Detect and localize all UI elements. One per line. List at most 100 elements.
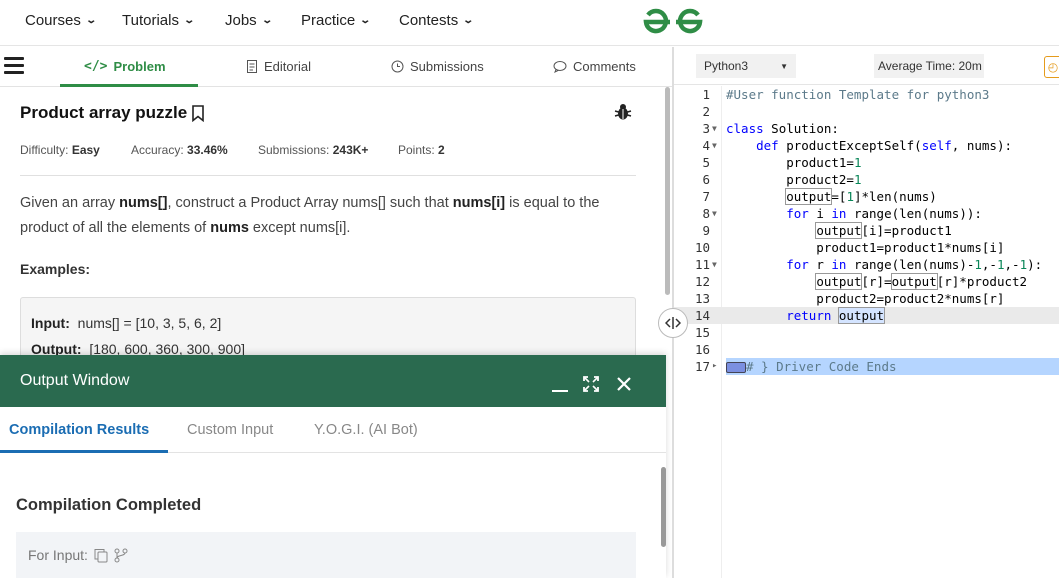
- code-line[interactable]: 2: [674, 103, 1059, 120]
- line-number: 7: [702, 189, 710, 204]
- code-text: product1=product1*nums[i]: [726, 240, 1005, 255]
- for-input-row: For Input:: [16, 532, 636, 578]
- tab-editorial-label: Editorial: [264, 59, 311, 74]
- problem-title-row: Product array puzzle: [20, 103, 636, 123]
- fold-icon[interactable]: ▼: [712, 120, 717, 137]
- line-number: 1: [702, 87, 710, 102]
- nav-contests[interactable]: Contests ⌄: [399, 12, 474, 29]
- nav-tutorials[interactable]: Tutorials ⌄: [122, 12, 196, 29]
- chevron-down-icon: ⌄: [183, 15, 196, 26]
- divider: [20, 175, 636, 176]
- document-icon: [247, 60, 257, 73]
- line-number: 2: [702, 104, 710, 119]
- folded-code-marker-icon[interactable]: [726, 362, 746, 373]
- code-line[interactable]: 13 product2=product2*nums[r]: [674, 290, 1059, 307]
- problem-scrollbar[interactable]: [665, 87, 670, 295]
- accuracy-value: 33.46%: [187, 143, 228, 157]
- desc-bold: nums[]: [119, 195, 168, 211]
- desc-bold: nums[i]: [452, 195, 506, 211]
- nav-jobs[interactable]: Jobs ⌄: [225, 12, 273, 29]
- fold-icon[interactable]: ▼: [712, 137, 717, 154]
- nav-courses[interactable]: Courses ⌄: [25, 12, 97, 29]
- nav-contests-label: Contests: [399, 12, 459, 29]
- code-text: #User function Template for python3: [726, 87, 990, 102]
- fold-icon[interactable]: ▼: [712, 205, 717, 222]
- caret-down-icon: ▼: [780, 61, 788, 71]
- output-window-header: Output Window: [0, 355, 666, 407]
- code-line[interactable]: 5 product1=1: [674, 154, 1059, 171]
- line-number: 6: [702, 172, 710, 187]
- example-input-label: Input:: [31, 315, 70, 331]
- copy-icon[interactable]: [94, 548, 108, 563]
- nav-practice[interactable]: Practice ⌄: [301, 12, 371, 29]
- code-text: product1=1: [726, 155, 862, 170]
- output-tabs: Compilation Results Custom Input Y.O.G.I…: [0, 407, 666, 453]
- code-line[interactable]: 12 output[r]=output[r]*product2: [674, 273, 1059, 290]
- example-input-value: nums[] = [10, 3, 5, 6, 2]: [77, 315, 222, 331]
- line-number: 11: [694, 257, 710, 272]
- expand-icon[interactable]: [582, 375, 600, 393]
- code-line[interactable]: 1 #User function Template for python3: [674, 86, 1059, 103]
- code-line[interactable]: 8 ▼ for i in range(len(nums)):: [674, 205, 1059, 222]
- code-line-current[interactable]: 14 return output: [674, 307, 1059, 324]
- branch-icon[interactable]: [114, 548, 128, 563]
- difficulty-value: Easy: [71, 143, 100, 157]
- output-scrollbar[interactable]: [661, 467, 666, 547]
- tab-comments[interactable]: Comments: [553, 59, 636, 74]
- code-line[interactable]: 10 product1=product1*nums[i]: [674, 239, 1059, 256]
- nav-courses-label: Courses: [25, 12, 81, 29]
- chevron-down-icon: ⌄: [85, 15, 97, 26]
- line-number: 10: [694, 240, 710, 255]
- tab-problem[interactable]: </> Problem: [84, 59, 166, 74]
- code-line-selected[interactable]: 17 ▸ # } Driver Code Ends: [674, 358, 1059, 375]
- timer-icon[interactable]: ◴: [1044, 56, 1059, 78]
- close-icon[interactable]: [616, 376, 632, 392]
- code-line[interactable]: 7 output=[1]*len(nums): [674, 188, 1059, 205]
- code-line[interactable]: 6 product2=1: [674, 171, 1059, 188]
- code-text: for i in range(len(nums)):: [786, 206, 982, 221]
- line-number: 9: [702, 223, 710, 238]
- examples-heading: Examples:: [20, 261, 91, 277]
- line-number: 3: [702, 121, 710, 136]
- desc-text: , construct a Product Array nums[] such …: [167, 195, 453, 211]
- tab-yogi-ai-bot[interactable]: Y.O.G.I. (AI Bot): [314, 422, 418, 438]
- line-number: 5: [702, 155, 710, 170]
- code-line[interactable]: 15: [674, 324, 1059, 341]
- resize-handle-icon[interactable]: [658, 308, 688, 338]
- code-line[interactable]: 11 ▼ for r in range(len(nums)-1,-1,-1):: [674, 256, 1059, 273]
- gfg-logo[interactable]: [640, 6, 706, 38]
- bug-report-icon[interactable]: [614, 103, 632, 121]
- language-select[interactable]: Python3 ▼: [696, 54, 796, 78]
- points-value: 2: [438, 143, 445, 157]
- code-line[interactable]: 4 ▼ def productExceptSelf(self, nums):: [674, 137, 1059, 154]
- code-line[interactable]: 16: [674, 341, 1059, 358]
- line-number: 12: [694, 274, 710, 289]
- code-text: class Solution:: [726, 121, 839, 136]
- fold-collapsed-icon[interactable]: ▸: [712, 358, 717, 375]
- problem-statement: Product array puzzle Difficulty: Easy Ac…: [20, 103, 636, 367]
- code-line[interactable]: 3 ▼ class Solution:: [674, 120, 1059, 137]
- desc-bold: nums: [210, 220, 249, 236]
- points-label: Points:: [398, 143, 435, 157]
- problem-tabbar: </> Problem Editorial Submissions Commen…: [0, 47, 672, 87]
- minimize-icon[interactable]: [551, 377, 569, 393]
- code-line[interactable]: 9 output[i]=product1: [674, 222, 1059, 239]
- tab-editorial[interactable]: Editorial: [246, 59, 311, 74]
- submissions-label: Submissions:: [258, 143, 330, 157]
- problem-description: Given an array nums[], construct a Produ…: [20, 191, 636, 241]
- tab-submissions[interactable]: Submissions: [391, 59, 484, 74]
- accuracy-label: Accuracy:: [131, 143, 184, 157]
- nav-practice-label: Practice: [301, 12, 356, 29]
- code-editor-pane: Python3 ▼ Average Time: 20m ◴ 1 #User func…: [674, 47, 1059, 578]
- code-icon: </>: [84, 59, 108, 74]
- code-editor[interactable]: 1 #User function Template for python3 2 3…: [674, 86, 1059, 578]
- code-text: output=[1]*len(nums): [785, 188, 937, 205]
- menu-icon[interactable]: [4, 57, 24, 75]
- tab-custom-input[interactable]: Custom Input: [187, 422, 273, 438]
- fold-icon[interactable]: ▼: [712, 256, 717, 273]
- tab-compilation-results[interactable]: Compilation Results: [9, 422, 149, 438]
- language-value: Python3: [704, 59, 749, 73]
- bookmark-icon[interactable]: [191, 104, 205, 122]
- desc-text: except nums[i].: [248, 220, 351, 236]
- line-number: 17: [694, 359, 710, 374]
